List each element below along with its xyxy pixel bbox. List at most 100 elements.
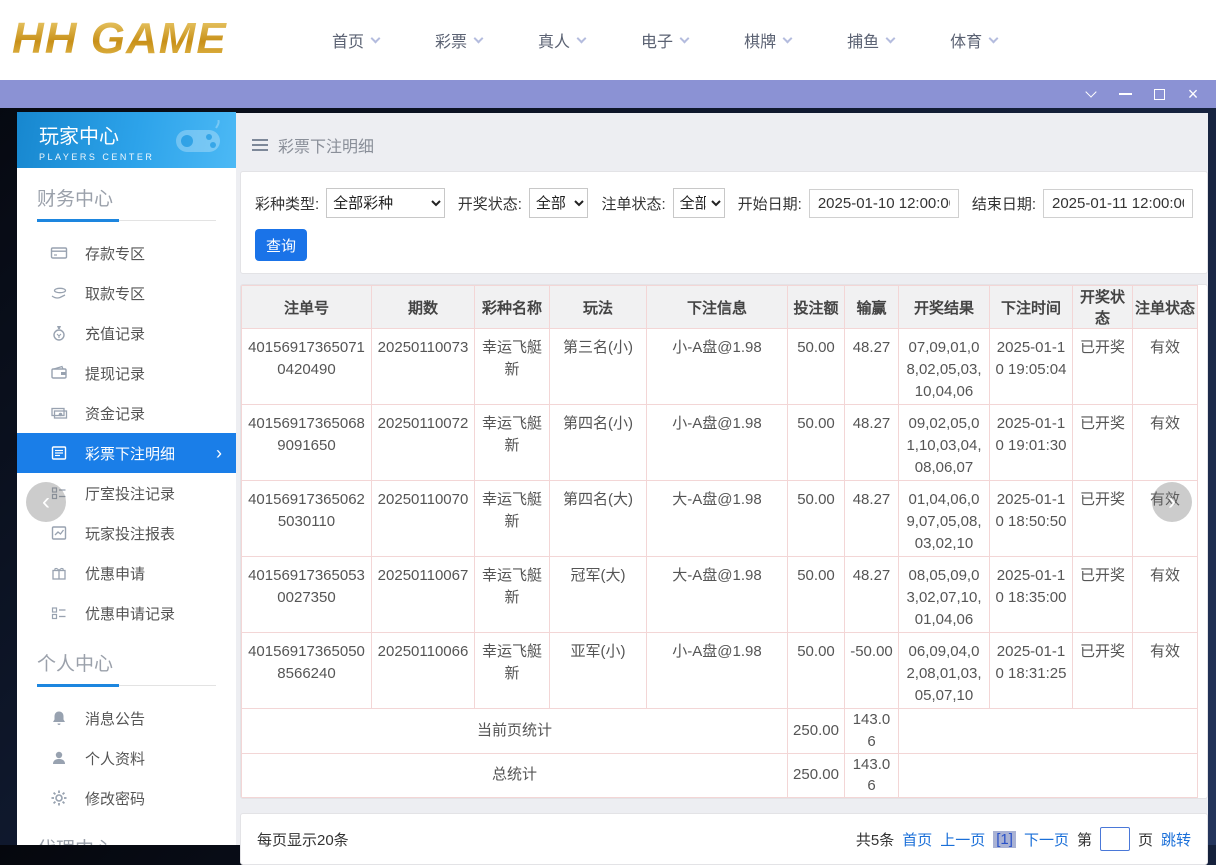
nav-item-fishing[interactable]: 捕鱼 — [847, 28, 894, 52]
person-icon — [50, 749, 68, 767]
money-bag-icon — [50, 324, 68, 342]
end-date-label: 结束日期: — [972, 193, 1036, 214]
sidebar-collapse-button[interactable]: ‹ — [26, 482, 66, 522]
col-amount: 投注额 — [788, 286, 845, 329]
gear-icon — [50, 789, 68, 807]
sidebar-section-finance: 财务中心 — [37, 184, 216, 211]
finance-menu: 存款专区 取款专区 充值记录 提现记录 资金记录 — [17, 233, 236, 633]
per-page-text: 每页显示20条 — [257, 829, 349, 850]
nav-label: 捕鱼 — [847, 28, 879, 52]
window-close-icon[interactable]: × — [1186, 87, 1200, 101]
bet-detail-table: 注单号 期数 彩种名称 玩法 下注信息 投注额 输赢 开奖结果 下注时间 开奖状… — [241, 285, 1198, 798]
main-nav: 首页 彩票 真人 电子 棋牌 捕鱼 体育 — [332, 0, 997, 80]
checklist-icon — [50, 604, 68, 622]
start-date-label: 开始日期: — [738, 193, 802, 214]
window-maximize-icon[interactable] — [1152, 87, 1166, 101]
summary-row-current-page: 当前页统计 250.00 143.06 — [242, 709, 1198, 754]
jump-page-input[interactable] — [1100, 827, 1130, 851]
chevron-down-icon — [680, 33, 690, 43]
section-divider — [37, 685, 216, 686]
sidebar-item-label: 提现记录 — [85, 363, 145, 384]
gift-icon — [50, 564, 68, 582]
search-button[interactable]: 查询 — [255, 229, 307, 261]
nav-label: 彩票 — [435, 28, 467, 52]
bank-card-icon — [50, 244, 68, 262]
table-header-row: 注单号 期数 彩种名称 玩法 下注信息 投注额 输赢 开奖结果 下注时间 开奖状… — [242, 286, 1198, 329]
sidebar-item-label: 优惠申请记录 — [85, 603, 175, 624]
next-page-link[interactable]: 下一页 — [1024, 829, 1069, 850]
nav-item-home[interactable]: 首页 — [332, 28, 379, 52]
wallet-icon — [50, 364, 68, 382]
sidebar-item-recharge-record[interactable]: 充值记录 — [17, 313, 236, 353]
start-date-input[interactable] — [809, 189, 959, 218]
sidebar-item-messages[interactable]: 消息公告 — [17, 698, 236, 738]
col-win-loss: 输赢 — [845, 286, 899, 329]
section-divider — [37, 220, 216, 221]
nav-item-live[interactable]: 真人 — [538, 28, 585, 52]
personal-menu: 消息公告 个人资料 修改密码 — [17, 698, 236, 818]
lottery-type-label: 彩种类型: — [255, 193, 319, 214]
jump-prefix: 第 — [1077, 829, 1092, 850]
prev-page-link[interactable]: 上一页 — [940, 829, 985, 850]
sidebar-item-withdraw[interactable]: 取款专区 — [17, 273, 236, 313]
sidebar-item-label: 玩家投注报表 — [85, 523, 175, 544]
sidebar: 玩家中心 PLAYERS CENTER 财务中心 存款专区 取款专区 — [17, 112, 236, 845]
draw-status-label: 开奖状态: — [458, 193, 522, 214]
table-row: 401569173650625030110 20250110070 幸运飞艇新 … — [242, 481, 1198, 557]
draw-status-select[interactable]: 全部 — [529, 188, 589, 218]
filter-panel: 彩种类型: 全部彩种 开奖状态: 全部 注单状态: 全部 开始日期: 结束日期:… — [240, 171, 1208, 274]
sidebar-item-deposit[interactable]: 存款专区 — [17, 233, 236, 273]
menu-toggle-icon[interactable] — [252, 139, 268, 151]
chevron-down-icon — [886, 33, 896, 43]
sidebar-item-fund-record[interactable]: 资金记录 — [17, 393, 236, 433]
total-count: 共5条 — [856, 829, 894, 850]
sidebar-item-label: 资金记录 — [85, 403, 145, 424]
col-play: 玩法 — [550, 286, 647, 329]
nav-label: 棋牌 — [744, 28, 776, 52]
ledger-icon — [50, 444, 68, 462]
sidebar-item-withdrawal-record[interactable]: 提现记录 — [17, 353, 236, 393]
order-status-select[interactable]: 全部 — [673, 188, 725, 218]
chevron-down-icon — [783, 33, 793, 43]
panel-expand-button[interactable]: › — [1152, 482, 1192, 522]
sidebar-item-discount-record[interactable]: 优惠申请记录 — [17, 593, 236, 633]
sidebar-item-lottery-bet-detail[interactable]: 彩票下注明细 › — [17, 433, 236, 473]
nav-item-electronic[interactable]: 电子 — [641, 28, 688, 52]
chevron-down-icon — [371, 33, 381, 43]
sidebar-item-profile[interactable]: 个人资料 — [17, 738, 236, 778]
sidebar-item-label: 厅室投注记录 — [85, 483, 175, 504]
order-status-label: 注单状态: — [601, 193, 665, 214]
col-bet-id: 注单号 — [242, 286, 372, 329]
jump-button[interactable]: 跳转 — [1161, 829, 1191, 850]
col-draw-status: 开奖状态 — [1073, 286, 1133, 329]
nav-item-sports[interactable]: 体育 — [950, 28, 997, 52]
sidebar-item-change-password[interactable]: 修改密码 — [17, 778, 236, 818]
lottery-type-select[interactable]: 全部彩种 — [326, 188, 445, 218]
pagination-bar: 每页显示20条 共5条 首页 上一页 [1] 下一页 第 页 跳转 — [240, 813, 1208, 865]
nav-item-lottery[interactable]: 彩票 — [435, 28, 482, 52]
table-row: 401569173650530027350 20250110067 幸运飞艇新 … — [242, 557, 1198, 633]
table-row: 401569173650710420490 20250110073 幸运飞艇新 … — [242, 329, 1198, 405]
nav-label: 电子 — [641, 28, 673, 52]
window-collapse-icon[interactable] — [1084, 87, 1098, 101]
sidebar-item-discount-apply[interactable]: 优惠申请 — [17, 553, 236, 593]
page-title: 彩票下注明细 — [278, 133, 374, 157]
col-order-status: 注单状态 — [1133, 286, 1198, 329]
banknotes-icon — [50, 404, 68, 422]
sidebar-item-label: 存款专区 — [85, 243, 145, 264]
col-bet-time: 下注时间 — [990, 286, 1073, 329]
first-page-link[interactable]: 首页 — [902, 829, 932, 850]
main-content: 彩票下注明细 彩种类型: 全部彩种 开奖状态: 全部 注单状态: 全部 开始日期… — [236, 113, 1208, 845]
nav-item-chess[interactable]: 棋牌 — [744, 28, 791, 52]
sidebar-section-personal: 个人中心 — [37, 649, 216, 676]
sidebar-item-label: 个人资料 — [85, 748, 145, 769]
bet-detail-table-panel: 注单号 期数 彩种名称 玩法 下注信息 投注额 输赢 开奖结果 下注时间 开奖状… — [240, 284, 1208, 799]
sidebar-header: 玩家中心 PLAYERS CENTER — [17, 112, 236, 168]
window-minimize-icon[interactable] — [1118, 87, 1132, 101]
top-header: HH GAME 首页 彩票 真人 电子 棋牌 捕鱼 体育 — [0, 0, 1216, 80]
breadcrumb: 彩票下注明细 — [252, 133, 1208, 157]
end-date-input[interactable] — [1043, 189, 1193, 218]
sidebar-section-agent: 代理中心 — [37, 834, 216, 845]
nav-label: 体育 — [950, 28, 982, 52]
sidebar-item-label: 彩票下注明细 — [85, 443, 175, 464]
